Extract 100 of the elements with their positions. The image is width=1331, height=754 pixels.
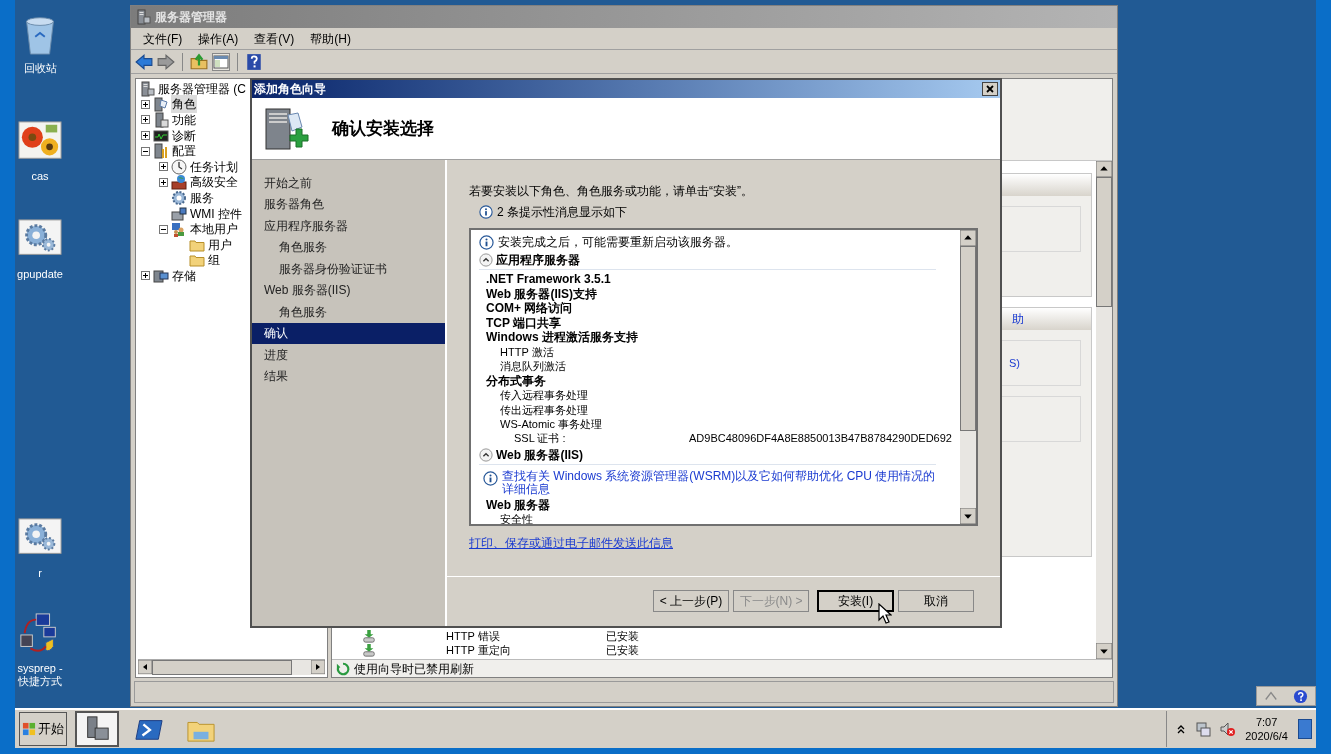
monitor-icon (153, 127, 169, 144)
wizard-step[interactable]: 确认 (252, 322, 445, 344)
scrollbar[interactable] (138, 659, 325, 675)
scroll-right-icon[interactable] (311, 660, 325, 674)
detail-item: Web 服务器 (485, 497, 552, 512)
wizard-step[interactable]: 进度 (252, 344, 445, 366)
info-icon (483, 470, 498, 486)
mouse-cursor-icon (878, 603, 892, 624)
detail-item: 安全性 (499, 512, 534, 524)
wizard-step[interactable]: 服务器身份验证证书 (252, 258, 445, 280)
wizard-step[interactable]: 结果 (252, 365, 445, 387)
expand-icon[interactable] (141, 271, 150, 281)
collapse-icon[interactable] (159, 224, 168, 234)
detail-item: Web 服务器(IIS)支持 (485, 286, 599, 301)
config-icon (153, 143, 169, 160)
section-heading: 应用程序服务器 (496, 252, 580, 269)
scroll-down-icon[interactable] (1096, 643, 1112, 659)
wizard-step[interactable]: 开始之前 (252, 172, 445, 194)
start-button[interactable]: 开始 (19, 712, 67, 746)
back-arrow-icon[interactable] (135, 52, 153, 71)
collapse-icon[interactable] (479, 253, 493, 267)
expand-icon[interactable] (141, 99, 150, 109)
wizard-step[interactable]: 角色服务 (252, 236, 445, 258)
window-title: 服务器管理器 (155, 9, 227, 26)
row-status: 已安装 (606, 628, 639, 644)
scroll-up-icon[interactable] (1096, 161, 1112, 177)
menu-item[interactable]: 文件(F) (137, 29, 189, 48)
menu-item[interactable]: 查看(V) (248, 29, 301, 48)
notice-text: 2 条提示性消息显示如下 (497, 204, 627, 221)
detail-item: 分布式事务 (485, 373, 547, 388)
up-folder-icon[interactable] (190, 52, 208, 71)
install-icon (362, 643, 376, 657)
wizard-step[interactable]: 服务器角色 (252, 193, 445, 215)
network-icon[interactable] (1195, 721, 1212, 737)
install-icon (362, 629, 376, 643)
expand-icon[interactable] (159, 162, 168, 172)
collapse-icon[interactable] (479, 447, 493, 462)
scrollbar[interactable] (960, 230, 976, 524)
menu-item[interactable]: 操作(A) (192, 29, 245, 48)
tree-item[interactable]: WMI 控件 (189, 204, 243, 223)
cert-label: SSL 证书 : (514, 431, 567, 447)
panel-link[interactable]: 助 (1012, 310, 1024, 328)
icon-label[interactable]: r (11, 567, 69, 580)
page-heading: 确认安装选择 (332, 117, 434, 140)
volume-muted-icon[interactable] (1219, 721, 1236, 737)
expand-icon[interactable] (159, 177, 168, 187)
tree-item[interactable]: 服务器管理器 (C (157, 79, 247, 98)
wmi-icon (171, 205, 187, 222)
detail-item: .NET Framework 3.5.1 (485, 272, 612, 287)
tree-item[interactable]: 组 (207, 251, 221, 270)
expand-icon[interactable] (141, 115, 150, 125)
wizard-button[interactable]: 安装(I) (817, 589, 894, 612)
wizard-button[interactable]: < 上一步(P) (653, 589, 729, 612)
help-icon[interactable] (245, 52, 263, 71)
help-icon[interactable] (1292, 688, 1308, 704)
detail-item: 传入远程事务处理 (499, 388, 589, 403)
tree-item[interactable]: 存储 (171, 266, 197, 285)
icon-label[interactable]: gpupdate (11, 268, 69, 281)
tree-item[interactable]: 角色 (171, 95, 197, 114)
clock[interactable]: 7:07 2020/6/4 (1243, 715, 1290, 743)
roles-icon (153, 96, 169, 113)
server-add-icon (262, 105, 310, 152)
taskbar-button[interactable] (75, 711, 119, 747)
detail-item: COM+ 网络访问 (485, 301, 573, 316)
wizard-button[interactable]: 取消 (898, 589, 974, 612)
wizard-step[interactable]: 角色服务 (252, 301, 445, 323)
wizard-step[interactable]: 应用程序服务器 (252, 215, 445, 237)
tree-item[interactable]: 诊断 (171, 126, 197, 145)
refresh-icon (336, 661, 350, 676)
scroll-down-icon[interactable] (960, 508, 976, 524)
instruction-text: 若要安装以下角色、角色服务或功能，请单击“安装”。 (469, 183, 754, 198)
icon-label[interactable]: cas (11, 170, 69, 183)
storage-icon (153, 267, 169, 284)
tree-item[interactable]: 功能 (171, 111, 197, 129)
users-icon (171, 221, 187, 238)
row-name: HTTP 错误 (446, 628, 501, 644)
icon-label[interactable]: sysprep - 快捷方式 (11, 662, 69, 688)
detail-item: Windows 进程激活服务支持 (485, 330, 639, 345)
icon-label[interactable]: 回收站 (11, 62, 69, 75)
detail-item: 消息队列激活 (499, 359, 567, 374)
detail-item: TCP 端口共享 (485, 315, 563, 330)
features-icon (153, 112, 169, 128)
panel-link[interactable]: S) (1009, 354, 1020, 372)
detail-item: HTTP 激活 (499, 344, 555, 359)
wizard-step[interactable]: Web 服务器(IIS) (252, 279, 445, 301)
console-tree-icon[interactable] (212, 52, 230, 71)
server-icon (135, 9, 151, 25)
menu-item[interactable]: 帮助(H) (304, 29, 357, 48)
forward-arrow-icon[interactable] (157, 52, 175, 71)
scroll-up-icon[interactable] (960, 230, 976, 246)
scrollbar[interactable] (1096, 161, 1112, 659)
scroll-left-icon[interactable] (138, 660, 152, 674)
details-link[interactable]: 查找有关 Windows 系统资源管理器(WSRM)以及它如何帮助优化 CPU 使用情况的详细信息 (502, 469, 946, 496)
detail-item: 传出远程事务处理 (499, 402, 589, 417)
clock-icon (171, 158, 187, 175)
status-text: 使用向导时已禁用刷新 (354, 660, 474, 678)
cert-thumbprint: AD9BC48096DF4A8E8850013B47B8784290DED692 (689, 431, 952, 447)
expand-icon[interactable] (141, 131, 150, 141)
collapse-icon[interactable] (141, 146, 150, 156)
print-save-link[interactable]: 打印、保存或通过电子邮件发送此信息 (469, 534, 673, 552)
